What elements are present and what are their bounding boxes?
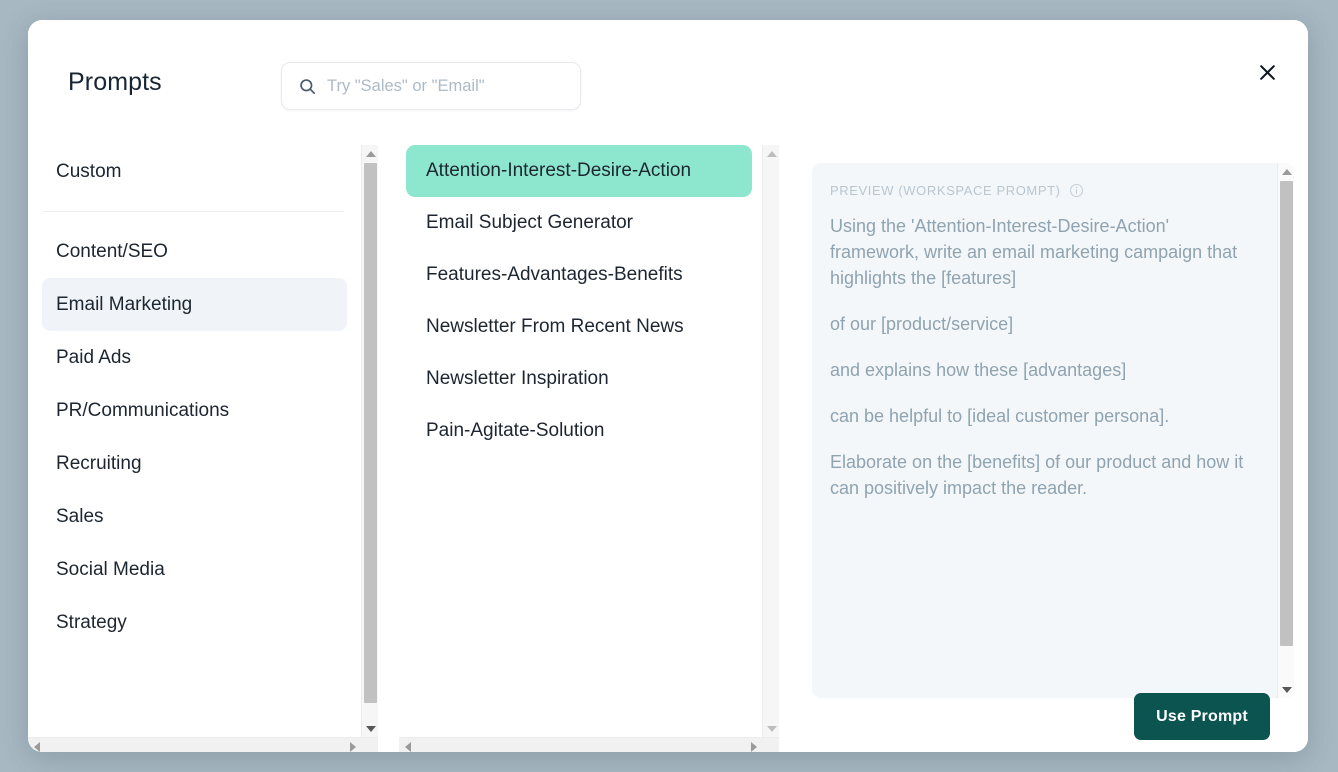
list-item-label: Newsletter Inspiration [426, 368, 609, 390]
search-input[interactable] [327, 77, 563, 96]
close-button[interactable] [1250, 55, 1284, 89]
scroll-up-arrow[interactable] [1278, 163, 1294, 180]
list-item-label: Pain-Agitate-Solution [426, 420, 605, 442]
chevron-up-icon [1282, 169, 1292, 175]
page-title: Prompts [68, 68, 162, 96]
category-column: Custom Content/SEO Email Marketing Paid … [28, 145, 378, 752]
list-item[interactable]: Email Subject Generator [406, 197, 752, 249]
preview-paragraph: can be helpful to [ideal customer person… [830, 403, 1254, 429]
list-item[interactable]: Newsletter Inspiration [406, 353, 752, 405]
prompt-list-scrollport: Attention-Interest-Desire-Action Email S… [399, 145, 762, 737]
chevron-down-icon [366, 726, 376, 732]
preview-text-body: Using the 'Attention-Interest-Desire-Act… [830, 213, 1254, 521]
chevron-down-icon [1282, 687, 1292, 693]
prompt-list-column: Attention-Interest-Desire-Action Email S… [399, 145, 779, 752]
sidebar-item-sales[interactable]: Sales [42, 490, 347, 543]
list-item[interactable]: Pain-Agitate-Solution [406, 405, 752, 457]
scroll-up-arrow[interactable] [362, 145, 379, 162]
scroll-down-arrow[interactable] [1278, 681, 1294, 698]
chevron-left-icon [405, 742, 411, 752]
preview-vertical-scrollbar[interactable] [1277, 163, 1294, 698]
modal-header: Prompts [28, 20, 1308, 125]
sidebar-item-label: Social Media [56, 559, 165, 581]
prompt-list-vertical-scrollbar[interactable] [762, 145, 779, 737]
preview-paragraph: Elaborate on the [benefits] of our produ… [830, 449, 1254, 501]
sidebar-item-label: Recruiting [56, 453, 142, 475]
list-item-label: Attention-Interest-Desire-Action [426, 160, 691, 182]
sidebar-item-strategy[interactable]: Strategy [42, 596, 347, 649]
preview-column: PREVIEW (WORKSPACE PROMPT) Using the 'At… [798, 125, 1308, 752]
category-vertical-scrollbar[interactable] [361, 145, 378, 737]
category-scrollport: Custom Content/SEO Email Marketing Paid … [28, 145, 361, 737]
sidebar-item-custom[interactable]: Custom [42, 145, 347, 198]
sidebar-item-label: Paid Ads [56, 347, 131, 369]
search-icon [298, 77, 317, 96]
scroll-up-arrow[interactable] [763, 145, 780, 162]
preview-label: PREVIEW (WORKSPACE PROMPT) [830, 183, 1084, 198]
sidebar-item-label: Strategy [56, 612, 127, 634]
sidebar-item-label: Sales [56, 506, 104, 528]
category-divider [42, 211, 344, 212]
scrollbar-thumb[interactable] [364, 163, 377, 703]
sidebar-item-email-marketing[interactable]: Email Marketing [42, 278, 347, 331]
use-prompt-button[interactable]: Use Prompt [1134, 693, 1270, 740]
scroll-down-arrow[interactable] [362, 720, 379, 737]
scroll-left-arrow[interactable] [28, 738, 45, 752]
scroll-right-arrow[interactable] [745, 738, 762, 752]
scrollbar-thumb[interactable] [1280, 181, 1293, 646]
sidebar-item-label: Content/SEO [56, 241, 168, 263]
sidebar-item-recruiting[interactable]: Recruiting [42, 437, 347, 490]
preview-paragraph: Using the 'Attention-Interest-Desire-Act… [830, 213, 1254, 291]
sidebar-item-content-seo[interactable]: Content/SEO [42, 225, 347, 278]
list-item[interactable]: Newsletter From Recent News [406, 301, 752, 353]
list-item-label: Newsletter From Recent News [426, 316, 684, 338]
sidebar-item-label: Email Marketing [56, 294, 192, 316]
modal-body: Custom Content/SEO Email Marketing Paid … [28, 125, 1308, 752]
chevron-down-icon [767, 726, 777, 732]
search-field[interactable] [281, 62, 581, 110]
list-item-label: Features-Advantages-Benefits [426, 264, 683, 286]
column-gutter-right [779, 125, 800, 752]
chevron-right-icon [350, 742, 356, 752]
scroll-down-arrow[interactable] [763, 720, 780, 737]
chevron-up-icon [366, 151, 376, 157]
prompt-list-horizontal-scrollbar[interactable] [399, 737, 779, 752]
chevron-up-icon [767, 151, 777, 157]
list-item[interactable]: Attention-Interest-Desire-Action [406, 145, 752, 197]
close-icon [1258, 63, 1277, 82]
preview-paragraph: and explains how these [advantages] [830, 357, 1254, 383]
chevron-left-icon [34, 742, 40, 752]
prompts-modal: Prompts Custom Content/ [28, 20, 1308, 752]
sidebar-item-social-media[interactable]: Social Media [42, 543, 347, 596]
sidebar-item-label: PR/Communications [56, 400, 229, 422]
list-item-label: Email Subject Generator [426, 212, 633, 234]
column-gutter-left [378, 125, 399, 752]
preview-label-text: PREVIEW (WORKSPACE PROMPT) [830, 183, 1061, 198]
info-icon[interactable] [1069, 183, 1084, 198]
preview-panel: PREVIEW (WORKSPACE PROMPT) Using the 'At… [812, 163, 1294, 698]
scroll-left-arrow[interactable] [399, 738, 416, 752]
list-item[interactable]: Features-Advantages-Benefits [406, 249, 752, 301]
sidebar-item-pr-communications[interactable]: PR/Communications [42, 384, 347, 437]
sidebar-item-paid-ads[interactable]: Paid Ads [42, 331, 347, 384]
preview-paragraph: of our [product/service] [830, 311, 1254, 337]
chevron-right-icon [751, 742, 757, 752]
category-horizontal-scrollbar[interactable] [28, 737, 378, 752]
sidebar-item-label: Custom [56, 161, 121, 183]
scroll-right-arrow[interactable] [344, 738, 361, 752]
